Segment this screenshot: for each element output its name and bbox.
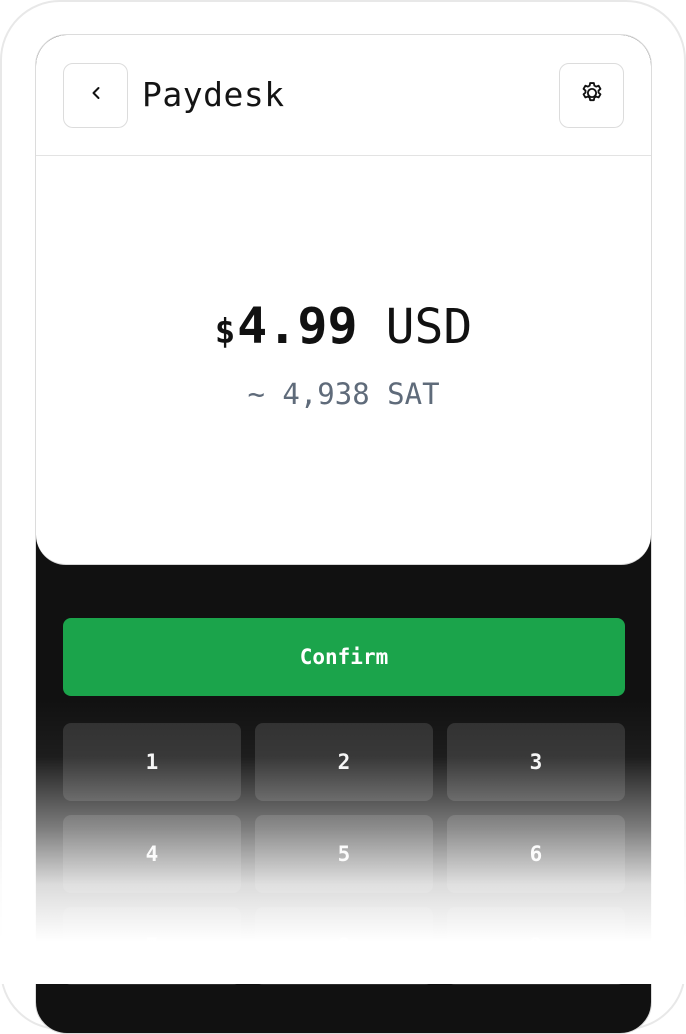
gear-icon (579, 80, 605, 111)
key-8[interactable]: 8 (255, 907, 433, 985)
app-header: Paydesk (36, 35, 651, 156)
back-button[interactable] (63, 63, 128, 128)
key-6[interactable]: 6 (447, 815, 625, 893)
settings-button[interactable] (559, 63, 624, 128)
key-3[interactable]: 3 (447, 723, 625, 801)
currency-code: USD (385, 299, 473, 355)
converted-amount: ~ 4,938 SAT (247, 377, 440, 411)
key-2[interactable]: 2 (255, 723, 433, 801)
key-7[interactable]: 7 (63, 907, 241, 985)
chevron-left-icon (86, 83, 106, 108)
confirm-button[interactable]: Confirm (63, 618, 625, 696)
currency-symbol: $ (214, 312, 236, 352)
key-1[interactable]: 1 (63, 723, 241, 801)
amount-card: Paydesk $ 4.99 USD ~ 4,938 SAT (36, 35, 651, 565)
key-9[interactable]: 9 (447, 907, 625, 985)
amount-display: $ 4.99 USD (36, 297, 651, 355)
page-title: Paydesk (142, 75, 285, 114)
key-5[interactable]: 5 (255, 815, 433, 893)
app-screen: Paydesk $ 4.99 USD ~ 4,938 SAT Confirm 1… (35, 34, 652, 1034)
key-4[interactable]: 4 (63, 815, 241, 893)
amount-value: 4.99 (237, 297, 358, 355)
